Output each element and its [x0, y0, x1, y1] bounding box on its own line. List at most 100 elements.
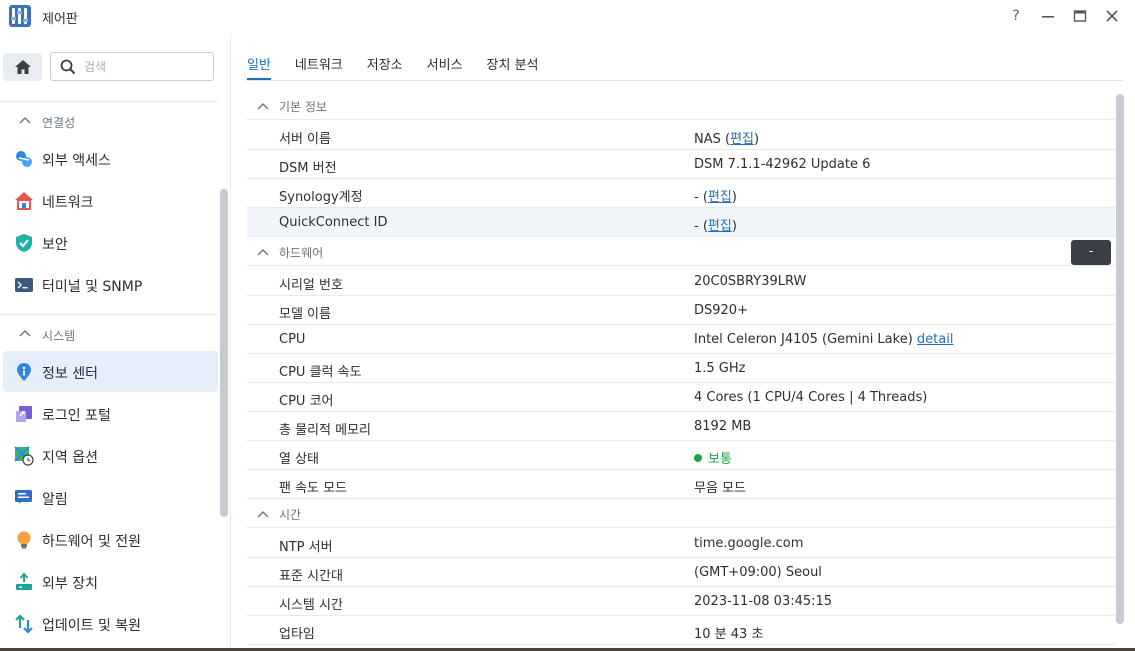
- section-hardware[interactable]: 하드웨어: [247, 238, 1115, 266]
- sidebar-item-info-center[interactable]: 정보 센터: [3, 351, 218, 392]
- tab-general[interactable]: 일반: [247, 46, 271, 80]
- sidebar-scrollbar[interactable]: [220, 189, 228, 517]
- tab-service[interactable]: 서비스: [427, 46, 463, 80]
- title-bar: 제어판 ?: [0, 0, 1135, 34]
- row-value: 8192 MB: [694, 419, 752, 434]
- edit-link[interactable]: 편집: [730, 132, 754, 147]
- shield-check-icon: [16, 234, 32, 252]
- status-dot: [694, 454, 702, 462]
- info-pin-icon: [17, 363, 31, 381]
- divider: [0, 101, 218, 102]
- search-icon: [60, 59, 76, 75]
- status-text: 보통: [708, 452, 732, 467]
- chevron-up-icon: [19, 117, 31, 124]
- external-access-icon: [16, 151, 32, 167]
- info-row-serial-number: 시리얼 번호 20C0SBRY39LRW: [247, 267, 1115, 296]
- tab-network[interactable]: 네트워크: [295, 46, 343, 80]
- info-row-uptime: 업타임 10 분 43 초: [247, 616, 1115, 645]
- network-house-icon: [15, 192, 33, 210]
- sidebar-item-network[interactable]: 네트워크: [3, 180, 218, 221]
- sidebar-item-external-access[interactable]: 외부 액세스: [3, 138, 218, 179]
- info-row-timezone: 표준 시간대 (GMT+09:00) Seoul: [247, 558, 1115, 587]
- group-system[interactable]: 시스템: [0, 321, 218, 349]
- row-key: 표준 시간대: [279, 569, 343, 584]
- sidebar-item-hardware-power[interactable]: 하드웨어 및 전원: [3, 519, 218, 560]
- sidebar-item-label: 지역 옵션: [42, 450, 98, 466]
- sidebar-item-label: 하드웨어 및 전원: [42, 534, 142, 550]
- sidebar-item-label: 업데이트 및 복원: [42, 618, 142, 634]
- terminal-icon: [15, 278, 33, 292]
- info-row-cpu: CPU Intel Celeron J4105 (Gemini Lake) de…: [247, 325, 1115, 354]
- row-key: 시리얼 번호: [279, 278, 343, 293]
- row-key: CPU 코어: [279, 394, 334, 409]
- sidebar-item-login-portal[interactable]: 로그인 포털: [3, 393, 218, 434]
- home-button[interactable]: [3, 53, 42, 81]
- row-value: - (편집): [694, 190, 737, 205]
- sidebar-item-regional-options[interactable]: 지역 옵션: [3, 435, 218, 476]
- row-key: Synology계정: [279, 190, 363, 205]
- value-text: NAS: [694, 132, 721, 147]
- info-row-cpu-cores: CPU 코어 4 Cores (1 CPU/4 Cores | 4 Thread…: [247, 383, 1115, 412]
- sidebar: 연결성 외부 액세스 네트워크 보안 터미널 및 SNMP: [0, 34, 231, 651]
- sidebar-item-terminal-snmp[interactable]: 터미널 및 SNMP: [3, 264, 218, 305]
- row-key: 모델 이름: [279, 307, 331, 322]
- tab-divider: [247, 80, 1123, 81]
- tab-device-analysis[interactable]: 장치 분석: [487, 46, 539, 80]
- cpu-detail-link[interactable]: detail: [917, 332, 954, 347]
- row-key: DSM 버전: [279, 161, 337, 176]
- row-key: 총 물리적 메모리: [279, 423, 371, 438]
- section-basic-info[interactable]: 기본 정보: [247, 92, 1115, 120]
- row-key: 업타임: [279, 627, 315, 642]
- help-button[interactable]: ?: [1003, 5, 1029, 27]
- minimize-icon: [1042, 16, 1054, 18]
- close-icon: [1106, 10, 1118, 22]
- row-value: 1.5 GHz: [694, 361, 746, 376]
- edit-link[interactable]: 편집: [708, 190, 732, 205]
- sidebar-item-external-devices[interactable]: 외부 장치: [3, 561, 218, 602]
- search-input[interactable]: [84, 58, 204, 76]
- value-text: -: [694, 219, 699, 234]
- sidebar-item-label: 외부 액세스: [42, 153, 111, 169]
- row-key: 팬 속도 모드: [279, 481, 348, 496]
- close-button[interactable]: [1099, 5, 1125, 27]
- sidebar-item-security[interactable]: 보안: [3, 222, 218, 263]
- content-scrollbar[interactable]: [1116, 94, 1124, 624]
- maximize-button[interactable]: [1067, 5, 1093, 27]
- sidebar-item-notification[interactable]: 알림: [3, 477, 218, 518]
- search-box[interactable]: [50, 52, 214, 81]
- sidebar-item-update-restore[interactable]: 업데이트 및 복원: [3, 603, 218, 644]
- value-text: Intel Celeron J4105 (Gemini Lake): [694, 332, 913, 347]
- info-row-quickconnect-id: QuickConnect ID - (편집): [247, 208, 1115, 237]
- group-label: 시스템: [42, 329, 76, 343]
- row-key: 열 상태: [279, 452, 320, 467]
- info-row-thermal-status: 열 상태 보통: [247, 441, 1115, 470]
- info-row-model-name: 모델 이름 DS920+: [247, 296, 1115, 325]
- update-restore-icon: [15, 614, 33, 634]
- regional-map-icon: [14, 446, 34, 466]
- chevron-up-icon: [257, 249, 269, 256]
- sidebar-item-label: 보안: [42, 237, 68, 253]
- info-row-synology-account: Synology계정 - (편집): [247, 179, 1115, 208]
- sidebar-item-label: 외부 장치: [42, 576, 98, 592]
- info-row-ntp-server: NTP 서버 time.google.com: [247, 529, 1115, 558]
- minimize-button[interactable]: [1035, 5, 1061, 27]
- row-key: CPU 클럭 속도: [279, 365, 362, 380]
- info-content: 기본 정보 서버 이름 NAS (편집) DSM 버전 DSM 7.1.1-42…: [247, 92, 1115, 651]
- maximize-icon: [1073, 10, 1087, 22]
- notification-icon: [15, 490, 32, 504]
- row-value: Intel Celeron J4105 (Gemini Lake) detail: [694, 332, 953, 347]
- row-key: CPU: [279, 332, 306, 347]
- help-icon: ?: [1012, 8, 1020, 24]
- row-value: 보통: [694, 448, 732, 467]
- tab-storage[interactable]: 저장소: [367, 46, 403, 80]
- row-key: QuickConnect ID: [279, 215, 388, 230]
- sidebar-item-label: 알림: [42, 492, 68, 508]
- divider: [0, 314, 218, 315]
- row-value: NAS (편집): [694, 132, 760, 147]
- tab-bar: 일반 네트워크 저장소 서비스 장치 분석: [247, 46, 563, 80]
- group-connectivity[interactable]: 연결성: [0, 108, 218, 136]
- info-row-dsm-version: DSM 버전 DSM 7.1.1-42962 Update 6: [247, 150, 1115, 179]
- section-time[interactable]: 시간: [247, 500, 1115, 528]
- sidebar-item-label: 정보 센터: [42, 366, 98, 382]
- edit-link[interactable]: 편집: [708, 219, 732, 234]
